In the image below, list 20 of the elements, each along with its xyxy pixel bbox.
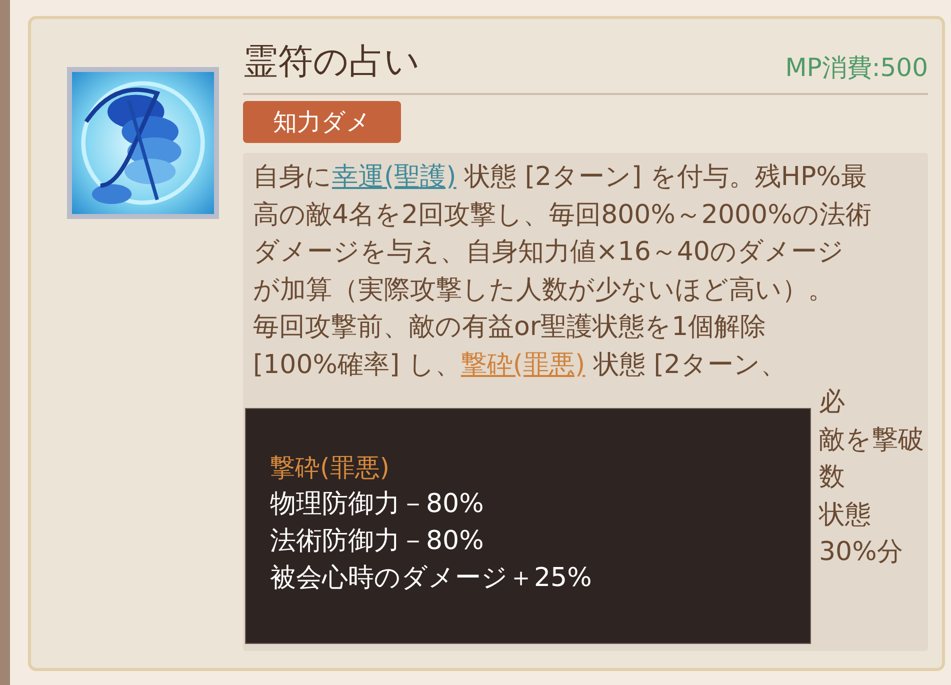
skill-name: 霊符の占い — [243, 45, 420, 80]
status-link[interactable]: 撃砕(罪悪) — [460, 350, 586, 380]
description-line: ダメージを与え、自身知力値×16～40のダメージ — [253, 236, 845, 269]
text-fragment: 必 — [819, 386, 845, 419]
tooltip-title: 撃砕(罪悪) — [270, 452, 391, 484]
effect-line: 物理防御力－80% — [270, 488, 485, 521]
description-line: [100%確率] し、撃砕(罪悪) 状態 [2ターン、 — [253, 348, 788, 382]
mp-cost: MP消費:500 — [785, 52, 928, 84]
text-fragment: 敵を撃破 — [819, 424, 924, 456]
description-line: 自身に幸運(聖護) 状態 [2ターン] を付与。残HP%最 — [253, 161, 868, 194]
description-line: が加算（実際攻撃した人数が少ないほど高い）。 — [253, 274, 835, 306]
text-fragment: 数 — [819, 461, 845, 494]
description-line: 毎回攻撃前、敵の有益or聖護状態を1個解除 — [253, 311, 768, 344]
text-fragment: 状態 — [819, 498, 871, 532]
skill-tag: 知力ダメ — [243, 100, 401, 142]
text-fragment: 30%分 — [819, 536, 903, 569]
status-link[interactable]: 幸運(聖護) — [332, 162, 456, 192]
effect-line: 法術防御力－80% — [270, 525, 485, 558]
effect-line: 被会心時のダメージ＋25% — [270, 562, 593, 595]
description-line: 高の敵4名を2回攻撃し、毎回800%～2000%の法術 — [253, 198, 872, 232]
